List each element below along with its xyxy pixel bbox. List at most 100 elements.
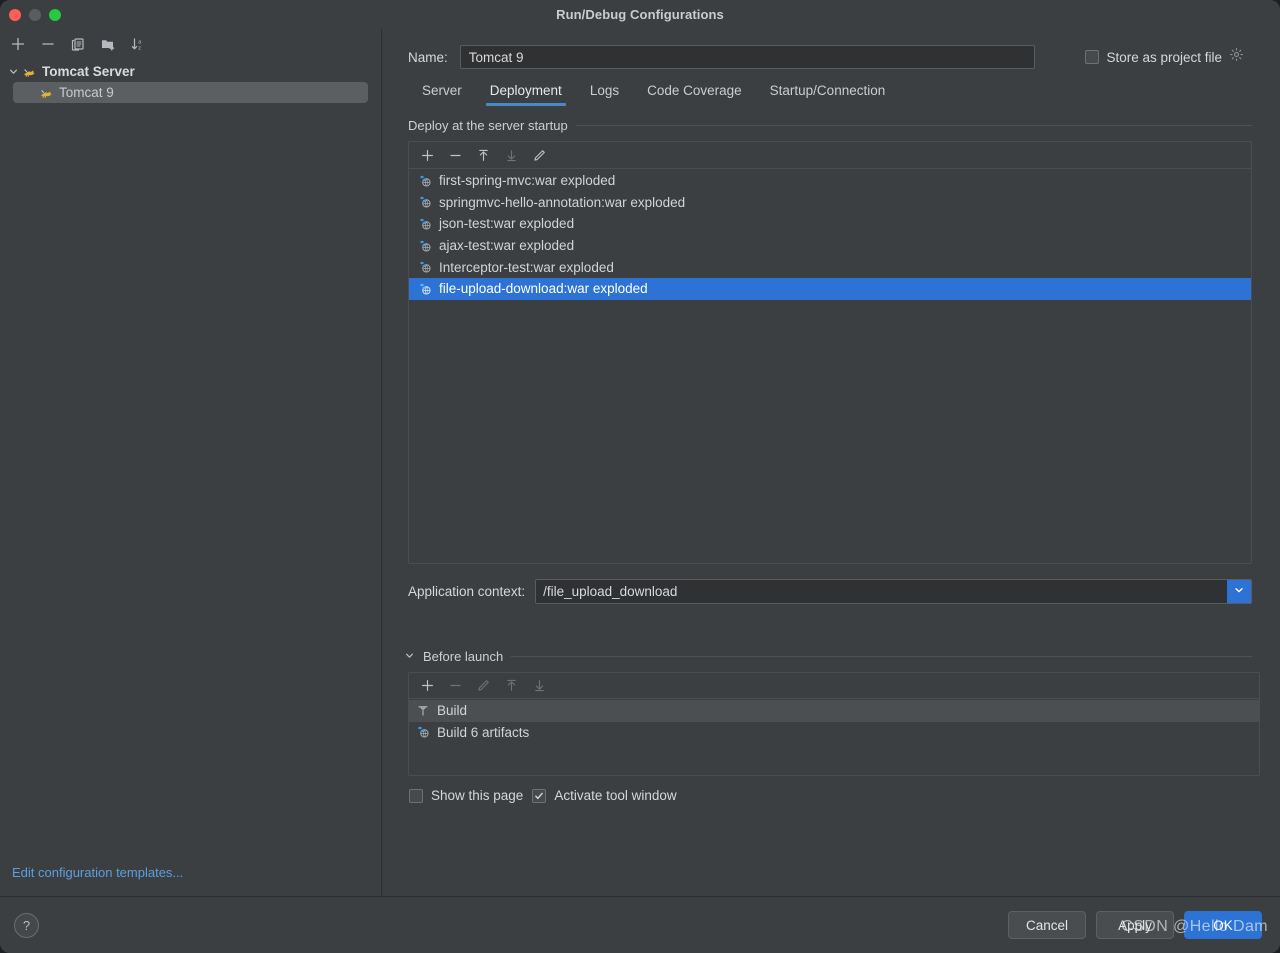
remove-configuration-button[interactable] [34,32,61,55]
artifact-icon [418,195,432,209]
edit-artifact-button[interactable] [526,144,552,166]
remove-task-button[interactable] [442,675,468,697]
chevron-down-icon[interactable] [404,649,415,664]
move-up-button[interactable] [470,144,496,166]
list-item-label: Build [437,703,468,719]
section-divider [575,125,1252,126]
tomcat-icon [39,85,54,100]
store-as-project-file-checkbox[interactable] [1085,50,1100,64]
name-input[interactable] [459,45,1035,69]
tree-group-tomcat-server[interactable]: Tomcat Server [0,60,381,82]
tab-code-coverage[interactable]: Code Coverage [633,83,756,106]
sidebar-item-tomcat-9[interactable]: Tomcat 9 [13,82,368,103]
add-configuration-button[interactable] [4,32,31,55]
configurations-tree: Tomcat Server Tomcat 9 [0,60,381,896]
move-down-button[interactable] [498,144,524,166]
list-item-label: Interceptor-test:war exploded [439,259,614,275]
edit-task-button[interactable] [470,675,496,697]
artifact-icon [418,282,432,296]
name-label: Name: [408,49,448,65]
edit-configuration-templates-link[interactable]: Edit configuration templates... [12,865,183,880]
svg-text:z: z [138,45,141,51]
application-context-input[interactable] [536,580,1227,603]
minimize-window-button[interactable] [29,9,41,21]
store-as-project-file-group[interactable]: Store as project file [1085,47,1266,67]
tab-logs[interactable]: Logs [576,83,633,106]
gear-icon[interactable] [1229,47,1244,67]
tab-startup-connection[interactable]: Startup/Connection [756,83,900,106]
deployment-artifacts-panel: first-spring-mvc:war exploded springmvc-… [408,141,1252,564]
application-context-row: Application context: [382,564,1280,604]
list-item-label: ajax-test:war exploded [439,238,575,254]
move-task-up-button[interactable] [498,675,524,697]
copy-configuration-button[interactable] [64,32,91,55]
artifact-icon [418,217,432,231]
title-bar: Run/Debug Configurations [0,0,1280,29]
dialog-body: a z Tomcat Server Tomcat 9 Edit configur… [0,29,1280,896]
list-item-label: file-upload-download:war exploded [439,281,648,297]
apply-button[interactable]: Apply [1096,911,1174,939]
help-button[interactable]: ? [14,912,39,938]
move-task-down-button[interactable] [526,675,552,697]
dialog-title: Run/Debug Configurations [556,7,724,22]
configuration-editor-panel: Name: Store as project file [382,29,1280,896]
sidebar-toolbar: a z [0,31,381,56]
sidebar-item-label: Tomcat 9 [59,85,114,100]
list-item-label: Build 6 artifacts [437,724,530,740]
before-launch-task-list[interactable]: Build Build 6 artifacts [409,699,1259,775]
before-launch-header[interactable]: Before launch [382,649,1280,664]
deployment-artifacts-list[interactable]: first-spring-mvc:war exploded springmvc-… [409,169,1251,563]
sort-configurations-button[interactable]: a z [124,32,151,55]
window-controls [9,9,61,21]
tree-group-label: Tomcat Server [42,63,135,79]
tab-deployment[interactable]: Deployment [476,83,576,106]
before-launch-panel: Build Build 6 artifacts [408,672,1260,776]
maximize-window-button[interactable] [49,9,61,21]
list-item-build-artifacts[interactable]: Build 6 artifacts [409,722,1259,744]
show-this-page-label: Show this page [431,788,524,803]
name-row: Name: Store as project file [382,29,1280,69]
activate-tool-window-checkbox[interactable] [532,788,547,803]
list-item-label: springmvc-hello-annotation:war exploded [439,194,686,210]
activate-tool-window-group[interactable]: Activate tool window [532,788,677,803]
deploy-section-title: Deploy at the server startup [408,118,568,133]
list-item[interactable]: Interceptor-test:war exploded [409,256,1251,278]
chevron-down-icon[interactable] [6,66,20,77]
deployment-toolbar [409,142,1251,169]
before-launch-toolbar [409,673,1259,699]
chevron-down-icon [1233,583,1245,601]
artifact-icon [416,725,430,739]
before-launch-options: Show this page Activate tool window [382,776,1280,803]
add-task-button[interactable] [414,675,440,697]
dialog-footer: ? Cancel Apply OK [0,896,1280,953]
application-context-field[interactable] [535,579,1252,604]
tab-server[interactable]: Server [408,83,476,106]
cancel-button[interactable]: Cancel [1008,911,1086,939]
new-folder-button[interactable] [94,32,121,55]
list-item-build[interactable]: Build [409,700,1259,722]
footer-actions: Cancel Apply OK [1008,911,1262,939]
activate-tool-window-label: Activate tool window [554,788,677,803]
tomcat-icon [22,64,37,79]
add-artifact-button[interactable] [414,144,440,166]
application-context-label: Application context: [408,584,526,599]
remove-artifact-button[interactable] [442,144,468,166]
deploy-section-header: Deploy at the server startup [382,106,1280,133]
section-divider [511,656,1252,657]
show-this-page-group[interactable]: Show this page [409,788,523,803]
list-item-selected[interactable]: file-upload-download:war exploded [409,277,1251,300]
configuration-tabs: Server Deployment Logs Code Coverage Sta… [382,69,1280,106]
before-launch-title: Before launch [423,649,504,664]
list-item[interactable]: springmvc-hello-annotation:war exploded [409,192,1251,214]
application-context-dropdown-button[interactable] [1227,580,1251,603]
show-this-page-checkbox[interactable] [409,788,423,803]
ok-button[interactable]: OK [1184,911,1262,939]
build-hammer-icon [416,704,430,718]
close-window-button[interactable] [9,9,21,21]
list-item[interactable]: first-spring-mvc:war exploded [409,170,1251,192]
configurations-sidebar: a z Tomcat Server Tomcat 9 Edit configur… [0,29,382,896]
list-item[interactable]: ajax-test:war exploded [409,235,1251,257]
list-item-label: json-test:war exploded [439,216,575,232]
list-item[interactable]: json-test:war exploded [409,213,1251,235]
artifact-icon [418,174,432,188]
